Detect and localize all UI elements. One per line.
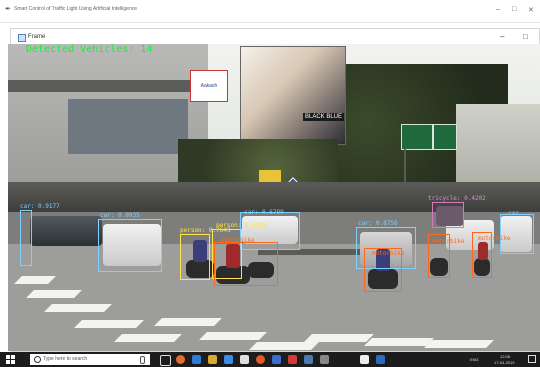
task-view-icon[interactable]: [160, 355, 171, 366]
zebra-stripe: [114, 334, 182, 342]
running-app-icon[interactable]: [360, 355, 369, 364]
store-icon[interactable]: [224, 355, 233, 364]
taskbar-search-input[interactable]: Type here to search: [30, 354, 150, 365]
edge-icon[interactable]: [192, 355, 201, 364]
zebra-stripe: [364, 338, 434, 346]
explorer-icon[interactable]: [208, 355, 217, 364]
detection-label: person: 0.9389: [216, 222, 267, 229]
tray-date[interactable]: 17-04-2019: [494, 360, 514, 365]
zebra-stripe: [304, 334, 374, 342]
microphone-icon[interactable]: [140, 356, 145, 364]
detection-label: motorbike: [478, 235, 511, 242]
notification-icon[interactable]: [528, 355, 536, 363]
detection-box: [180, 234, 210, 280]
zebra-stripe: [424, 340, 494, 348]
direction-sign-2: [433, 124, 457, 150]
detection-label: car: 0.6799: [244, 209, 284, 216]
detection-label: tricycle: 0.4202: [428, 195, 486, 202]
frame-window-icon: [18, 34, 26, 42]
taskbar: Type here to search ENG 12:08 17-04-2019: [0, 352, 540, 367]
outer-titlebar: ✒ Smart Control of Traffic Light Using A…: [0, 0, 540, 23]
direction-sign: [401, 124, 433, 150]
detection-label: motorbike: [372, 250, 405, 257]
pdf-icon[interactable]: [288, 355, 297, 364]
zebra-stripe: [199, 332, 267, 340]
video-frame: Aakash Aakash BLACK BLUE: [8, 44, 540, 351]
document-icon[interactable]: [240, 355, 249, 364]
detection-label: car: [508, 210, 519, 217]
billboard-text: BLACK BLUE: [303, 113, 345, 121]
minimize-button[interactable]: –: [496, 6, 500, 13]
detection-label: motorbike: [222, 237, 255, 244]
detection-label: car: 0.9935: [100, 212, 140, 219]
firefox-icon[interactable]: [256, 355, 265, 364]
vehicle-car: [30, 216, 102, 246]
detection-box: [500, 214, 534, 254]
building-glass: [68, 99, 188, 154]
chrome-icon[interactable]: [176, 355, 185, 364]
detection-label: car: 0.8756: [358, 220, 398, 227]
close-button[interactable]: ✕: [528, 6, 534, 14]
yellow-sign: [259, 170, 281, 182]
frame-title: Frame: [28, 34, 46, 40]
start-icon[interactable]: [6, 355, 15, 364]
frame-maximize-button[interactable]: □: [523, 32, 528, 41]
detection-box: [20, 210, 32, 266]
zebra-stripe: [26, 290, 82, 298]
maximize-button[interactable]: □: [512, 6, 516, 13]
frame-minimize-button[interactable]: –: [500, 32, 504, 41]
detection-box: [432, 202, 464, 228]
building-band: [8, 80, 208, 92]
python-icon[interactable]: [304, 355, 313, 364]
settings-icon[interactable]: [320, 355, 329, 364]
zebra-stripe: [154, 318, 222, 326]
detection-box: [214, 242, 278, 286]
detection-label: car: 0.9177: [20, 203, 60, 210]
zebra-stripe: [44, 304, 112, 312]
app-feather-icon: ✒: [5, 6, 11, 13]
window-title: Smart Control of Traffic Light Using Art…: [14, 6, 138, 12]
tray-time[interactable]: 12:08: [500, 354, 510, 359]
word-icon[interactable]: [272, 355, 281, 364]
detected-vehicles-count: Detected Vehicles: 14: [26, 44, 153, 55]
taskbar-search-placeholder: Type here to search: [43, 356, 88, 362]
detection-label: motorbike: [432, 238, 465, 245]
shop-sign: Aakash: [190, 70, 228, 102]
zebra-stripe: [74, 320, 144, 328]
running-app-icon[interactable]: [376, 355, 385, 364]
zebra-stripe: [249, 342, 319, 350]
detection-box: [98, 219, 162, 272]
tray-language[interactable]: ENG: [470, 357, 479, 362]
billboard: BLACK BLUE: [240, 46, 346, 145]
search-icon: [34, 356, 41, 363]
shop-sign-text: Aakash: [200, 83, 218, 89]
